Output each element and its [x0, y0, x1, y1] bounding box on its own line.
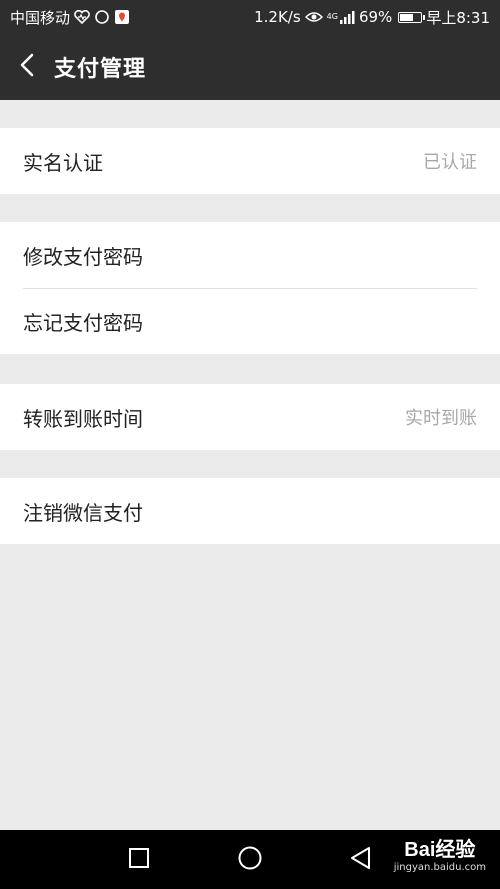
row-label: 实名认证 — [23, 150, 103, 175]
watermark-url: jingyan.baidu.com — [393, 862, 486, 873]
network-speed: 1.2K/s — [254, 8, 301, 26]
row-value: 已认证 — [423, 152, 477, 173]
status-right: 1.2K/s 4G 69% 早上8:31 — [254, 7, 490, 28]
clock: 早上8:31 — [426, 8, 490, 27]
eye-icon — [304, 11, 323, 23]
row-transfer-time[interactable]: 转账到账时间 实时到账 — [0, 384, 500, 450]
row-label: 注销微信支付 — [23, 500, 143, 525]
heart-icon — [74, 10, 90, 24]
row-label: 忘记支付密码 — [23, 310, 143, 335]
title-bar: 支付管理 — [0, 34, 500, 100]
page-title: 支付管理 — [54, 57, 147, 82]
circle-icon — [94, 9, 110, 25]
recents-button[interactable] — [114, 830, 164, 889]
status-bar: 中国移动 1.2K/s 4G 69% 早上8:31 — [0, 0, 500, 34]
signal-icon: 4G — [327, 10, 355, 24]
network-type: 4G — [326, 12, 338, 21]
row-value: 实时到账 — [405, 408, 477, 429]
row-cancel-wechat-pay[interactable]: 注销微信支付 — [0, 478, 500, 544]
row-real-name-auth[interactable]: 实名认证 已认证 — [0, 128, 500, 194]
group-transfer: 转账到账时间 实时到账 — [0, 384, 500, 450]
chevron-left-icon — [20, 53, 34, 81]
row-label: 修改支付密码 — [23, 244, 143, 269]
navigation-bar: Bai经验 jingyan.baidu.com — [0, 830, 500, 889]
baidu-jingyan-watermark: Bai经验 jingyan.baidu.com — [394, 838, 486, 874]
row-forgot-password[interactable]: 忘记支付密码 — [0, 288, 500, 354]
home-circle-icon — [237, 845, 263, 875]
nav-back-button[interactable] — [336, 830, 386, 889]
back-triangle-icon — [349, 846, 373, 874]
row-label: 转账到账时间 — [23, 406, 143, 431]
row-change-password[interactable]: 修改支付密码 — [0, 222, 500, 288]
group-password: 修改支付密码 忘记支付密码 — [0, 222, 500, 354]
group-verification: 实名认证 已认证 — [0, 128, 500, 194]
back-button[interactable] — [0, 34, 54, 100]
home-button[interactable] — [225, 830, 275, 889]
status-left: 中国移动 — [10, 7, 130, 28]
recents-square-icon — [128, 847, 150, 873]
battery-fill — [400, 13, 414, 21]
carrier-name: 中国移动 — [10, 8, 71, 27]
group-cancel: 注销微信支付 — [0, 478, 500, 544]
watermark-logo: Bai经验 — [404, 839, 476, 861]
battery-icon — [398, 11, 426, 23]
battery-percent: 69% — [358, 8, 393, 26]
location-icon — [114, 9, 130, 25]
